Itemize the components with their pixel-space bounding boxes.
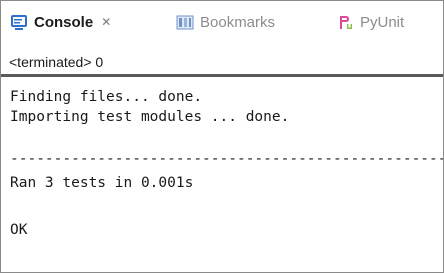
console-view: Console ✕ Bookmarks PyUnit <terminated> …	[0, 0, 444, 273]
tab-bookmarks-label: Bookmarks	[200, 13, 276, 31]
console-line: Ran 3 tests in 0.001s	[10, 175, 194, 191]
console-line: OK	[10, 222, 28, 238]
tab-pyunit-label: PyUnit	[360, 13, 405, 31]
close-icon[interactable]: ✕	[101, 15, 111, 29]
pyunit-icon	[338, 14, 354, 31]
view-tab-bar: Console ✕ Bookmarks PyUnit	[1, 1, 443, 42]
bookmarks-icon	[176, 14, 194, 31]
console-line: ----------------------------------------…	[10, 151, 443, 167]
tab-pyunit[interactable]: PyUnit	[338, 11, 404, 33]
console-line: Finding files... done.	[10, 89, 203, 105]
console-icon	[10, 14, 28, 31]
process-status: <terminated> 0	[1, 52, 443, 74]
tab-console[interactable]: Console ✕	[10, 11, 111, 33]
console-line: Importing test modules ... done.	[10, 109, 290, 125]
tab-console-label: Console	[34, 13, 94, 31]
tab-bookmarks[interactable]: Bookmarks	[176, 11, 275, 33]
terminated-label: <terminated> 0	[9, 54, 104, 70]
console-output[interactable]: Finding files... done. Importing test mo…	[1, 77, 443, 272]
